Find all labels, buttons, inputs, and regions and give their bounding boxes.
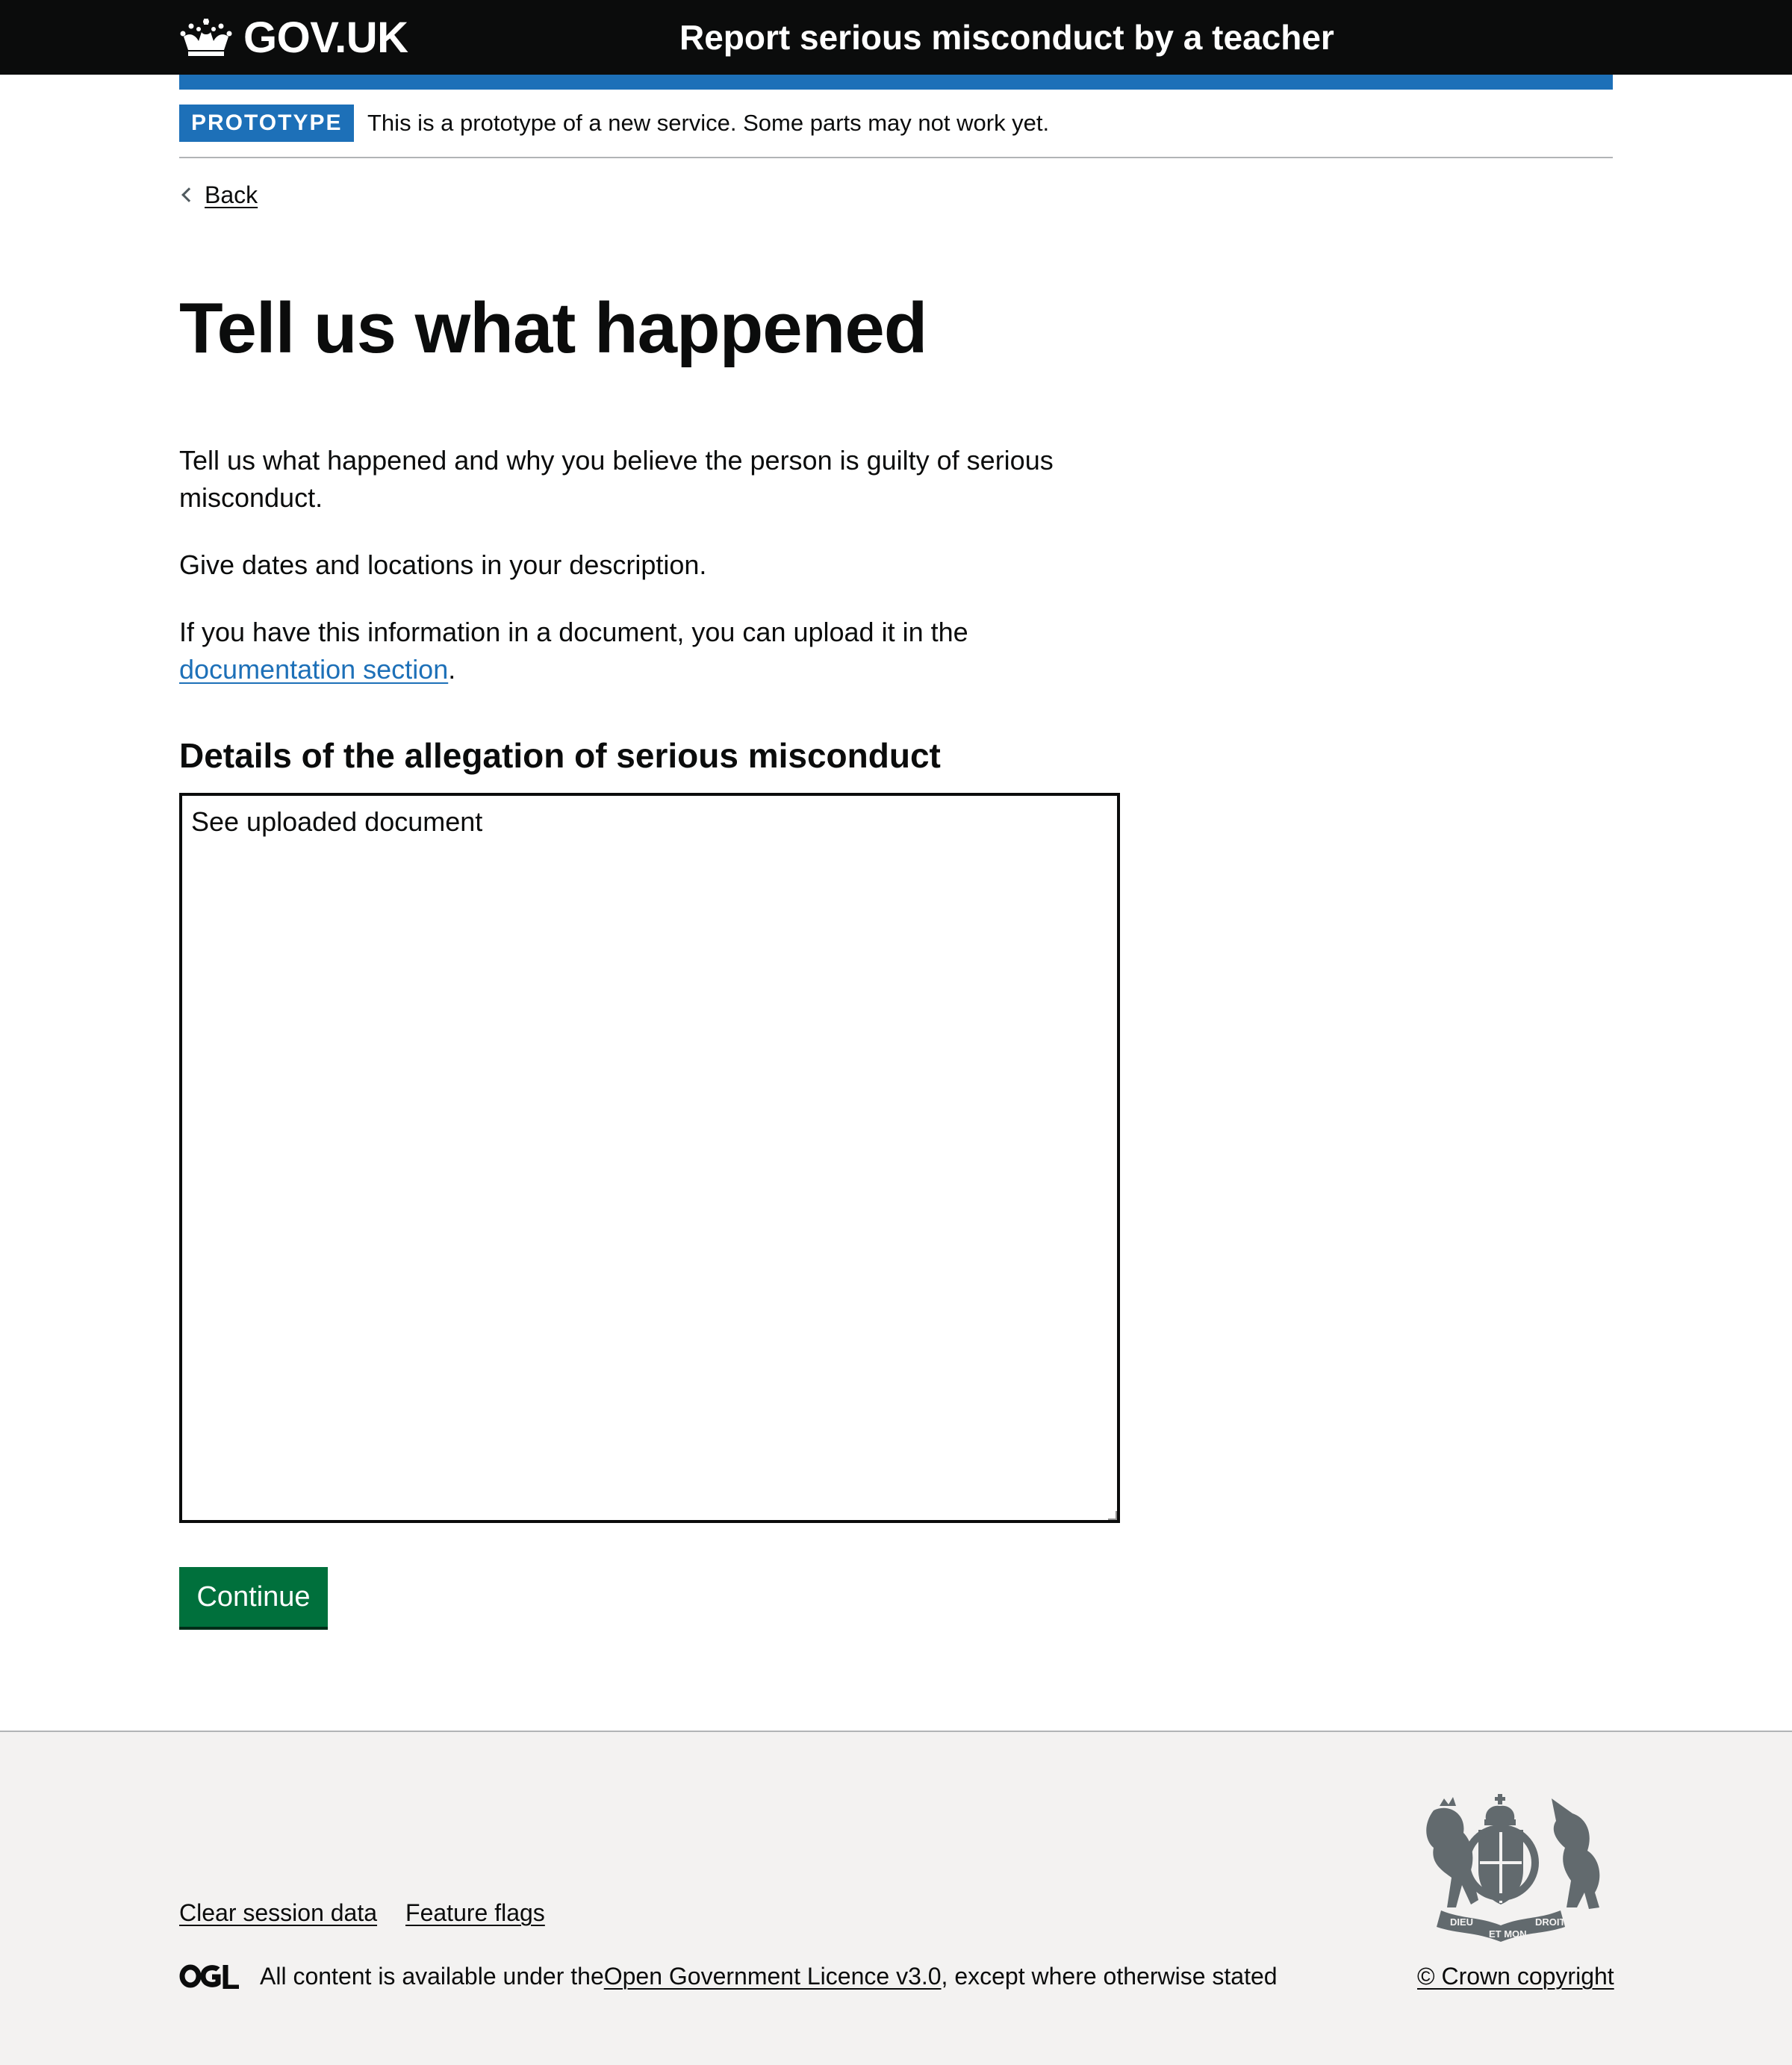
licence-row: All content is available under the Open …: [179, 1957, 1278, 1995]
header-blue-bar: [179, 75, 1613, 90]
crown-icon: [180, 19, 232, 56]
page-title: Tell us what happened: [179, 288, 927, 368]
back-link-label: Back: [205, 181, 258, 208]
phase-banner-text: This is a prototype of a new service. So…: [367, 110, 1050, 136]
document-hint-paragraph: If you have this information in a docume…: [179, 614, 1150, 688]
document-hint-end: .: [448, 654, 456, 685]
clear-session-data-link[interactable]: Clear session data: [179, 1899, 377, 1927]
govuk-logotype: GOV.UK: [243, 13, 408, 62]
crest-motto-right: DROIT: [1535, 1916, 1566, 1928]
back-link[interactable]: Back: [179, 176, 258, 214]
textarea-resize-handle[interactable]: [1108, 1511, 1117, 1520]
footer-links: Clear session data Feature flags: [179, 1899, 545, 1927]
chevron-left-icon: [181, 187, 196, 202]
continue-button[interactable]: Continue: [179, 1567, 328, 1627]
royal-coat-of-arms-icon: DIEU ET MON DROIT: [1426, 1794, 1600, 1942]
documentation-section-link[interactable]: documentation section: [179, 654, 448, 685]
allegation-details-textarea[interactable]: See uploaded document: [179, 793, 1120, 1523]
dates-hint-paragraph: Give dates and locations in your descrip…: [179, 549, 707, 580]
govuk-home-link[interactable]: GOV.UK: [179, 13, 408, 62]
document-hint-text: If you have this information in a docume…: [179, 617, 968, 647]
licence-text: All content is available under the: [260, 1962, 604, 1990]
crest-motto-center: ET MON: [1489, 1928, 1527, 1940]
ogl-link[interactable]: Open Government Licence v3.0: [604, 1963, 942, 1990]
crown-copyright-link[interactable]: © Crown copyright: [1417, 1957, 1614, 1995]
phase-tag: PROTOTYPE: [179, 105, 355, 142]
crest-motto-left: DIEU: [1450, 1916, 1473, 1928]
allegation-details-label: Details of the allegation of serious mis…: [179, 736, 941, 775]
site-header: GOV.UK Report serious misconduct by a te…: [0, 0, 1792, 75]
service-name-link[interactable]: Report serious misconduct by a teacher: [679, 13, 1334, 61]
licence-text-end: , except where otherwise stated: [941, 1962, 1278, 1990]
phase-banner: PROTOTYPE This is a prototype of a new s…: [179, 90, 1613, 158]
intro-paragraph: Tell us what happened and why you believ…: [179, 445, 1054, 513]
feature-flags-link[interactable]: Feature flags: [405, 1899, 545, 1927]
ogl-logo-icon: [179, 1964, 239, 1989]
